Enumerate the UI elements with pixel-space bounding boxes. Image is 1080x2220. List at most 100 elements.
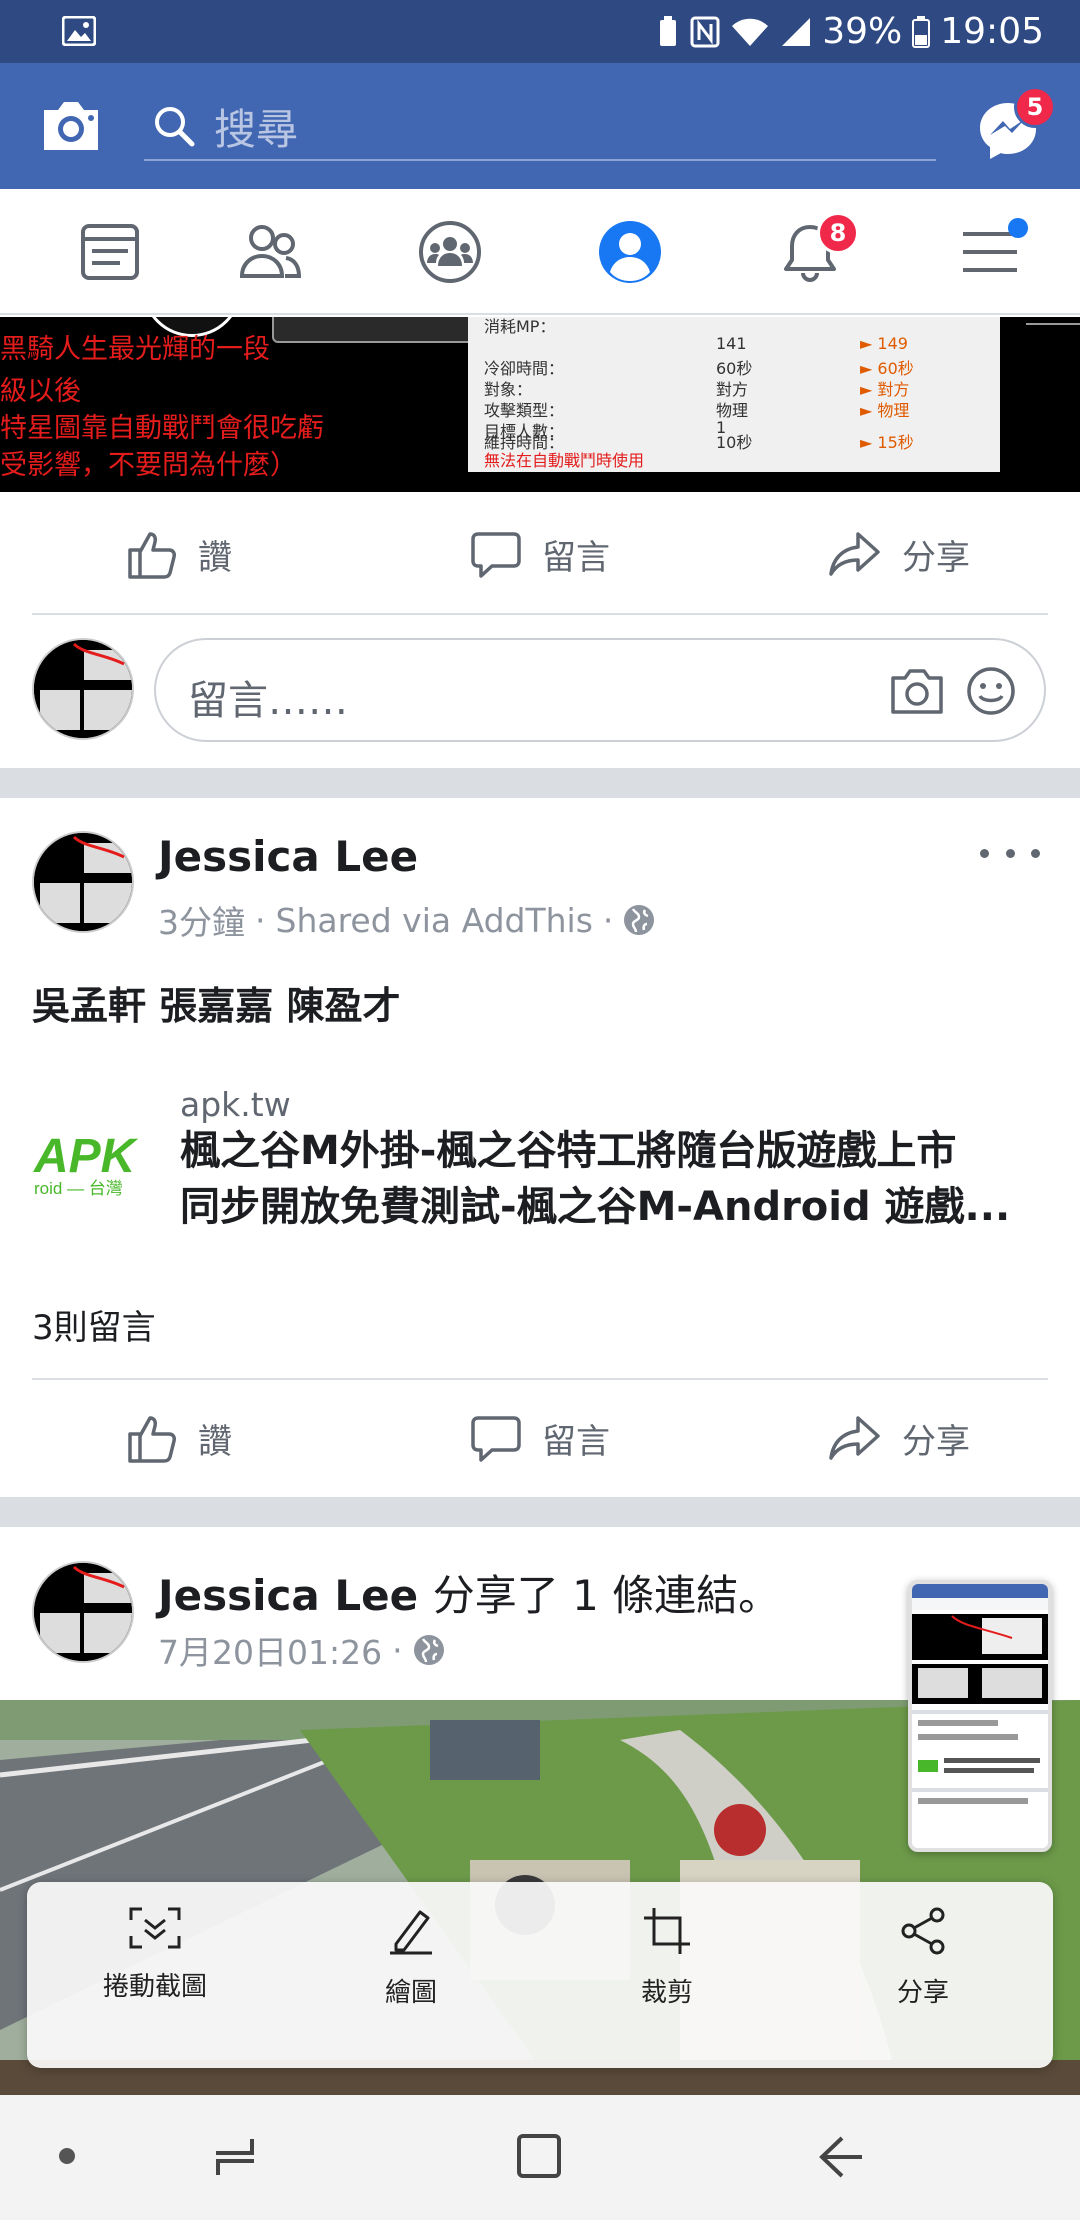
signal-icon bbox=[782, 17, 811, 46]
comment-icon bbox=[471, 532, 521, 578]
comment-placeholder: 留言…… bbox=[188, 678, 348, 724]
hamburger-menu-icon bbox=[963, 232, 1017, 272]
avatar[interactable] bbox=[32, 831, 134, 933]
screenshot-toolbar: 捲動截圖 繪圖 裁剪 分享 bbox=[27, 1882, 1053, 2068]
search-icon bbox=[155, 107, 195, 147]
divider bbox=[32, 613, 1048, 615]
post-actions: 讚 留言 分享 bbox=[0, 494, 1080, 614]
home-icon[interactable] bbox=[516, 2133, 562, 2179]
scroll-capture-label: 捲動截圖 bbox=[102, 1972, 207, 2002]
nfc-icon bbox=[690, 16, 720, 47]
image-text-line: 黑騎人生最光輝的一段 bbox=[0, 334, 270, 365]
screenshot-thumbnail bbox=[912, 1584, 1048, 1848]
draw-button[interactable]: 繪圖 bbox=[283, 1882, 539, 2068]
nav-dot-icon[interactable] bbox=[58, 2147, 76, 2165]
friends-icon bbox=[239, 225, 302, 278]
recent-apps-icon[interactable] bbox=[212, 2135, 258, 2179]
table-row: 對象： 對方 ► 對方 bbox=[484, 380, 910, 399]
thumbs-up-icon bbox=[128, 532, 176, 579]
post-meta: 3分鐘 · Shared via AddThis · bbox=[158, 896, 655, 944]
image-text-line: 級以後 bbox=[0, 376, 81, 407]
post-actions: 讚 留言 分享 bbox=[0, 1378, 1080, 1498]
facebook-header: 搜尋 bbox=[0, 63, 1080, 189]
table-row: 攻擊類型： 物理 ► 物理 bbox=[484, 401, 910, 420]
comment-label: 留言 bbox=[542, 1421, 610, 1462]
feed-separator bbox=[0, 1497, 1080, 1527]
battery-percent: 39% bbox=[822, 11, 903, 52]
comment-button[interactable]: 留言 bbox=[470, 1378, 610, 1498]
share-arrow-icon bbox=[829, 532, 880, 576]
image-text-line: 受影響，不要問為什麼） bbox=[0, 450, 297, 481]
like-button[interactable]: 讚 bbox=[126, 494, 232, 614]
avatar-thumbnail bbox=[34, 640, 132, 738]
link-title: 楓之谷M外掛-楓之谷特工將隨台版遊戲上市 同步開放免費測試-楓之谷M-Andro… bbox=[180, 1123, 1052, 1235]
status-bar: 39% 19:05 bbox=[0, 0, 1080, 63]
post-time[interactable]: 7月20日01:26 bbox=[158, 1626, 382, 1674]
scroll-capture-button[interactable]: 捲動截圖 bbox=[27, 1882, 283, 2068]
like-button[interactable]: 讚 bbox=[126, 1378, 232, 1498]
image-edge-mark bbox=[1026, 317, 1080, 325]
meta-dot: · bbox=[255, 900, 266, 940]
share-screenshot-label: 分享 bbox=[896, 1978, 949, 2008]
meta-dot: · bbox=[602, 900, 614, 940]
post-text: 吳孟軒 張嘉嘉 陳盈才 bbox=[32, 984, 401, 1028]
avatar-thumbnail bbox=[34, 833, 132, 931]
post-author-line: Jessica Lee 分享了 1 條連結。 bbox=[158, 1562, 780, 1623]
share-button[interactable]: 分享 bbox=[828, 494, 970, 614]
link-preview[interactable]: APK roid — 台灣 apk.tw 楓之谷M外掛-楓之谷特工將隨台版遊戲上… bbox=[0, 1075, 1080, 1235]
search-input[interactable]: 搜尋 bbox=[144, 93, 936, 161]
share-label: 分享 bbox=[902, 537, 970, 578]
like-label: 讚 bbox=[198, 1421, 232, 1462]
comment-input[interactable]: 留言…… bbox=[154, 638, 1046, 742]
tab-profile[interactable] bbox=[540, 189, 720, 315]
image-skill-table: 消耗MP： 141 ► 149 冷卻時間： 60秒 ► 60秒 對象： 對方 ► 對方 攻… bbox=[468, 317, 1000, 472]
camera-icon[interactable] bbox=[890, 666, 944, 716]
profile-icon bbox=[599, 221, 661, 283]
like-label: 讚 bbox=[198, 537, 232, 578]
emoji-icon[interactable] bbox=[966, 666, 1016, 716]
battery-icon bbox=[912, 15, 931, 48]
post-options-button[interactable] bbox=[980, 838, 1040, 868]
notifications-badge: 8 bbox=[817, 212, 859, 254]
pencil-icon bbox=[390, 1910, 432, 1955]
scroll-capture-icon bbox=[129, 1907, 181, 1949]
table-warning: 無法在自動戰鬥時使用 bbox=[484, 451, 645, 470]
post-time[interactable]: 3分鐘 bbox=[158, 896, 245, 944]
share-screenshot-button[interactable]: 分享 bbox=[795, 1882, 1051, 2068]
image-text-line: 特星圖靠自動戰鬥會很吃虧 bbox=[0, 413, 324, 444]
tab-groups[interactable] bbox=[360, 189, 540, 315]
link-domain: apk.tw bbox=[180, 1085, 291, 1124]
camera-button[interactable] bbox=[40, 96, 102, 154]
tab-notifications[interactable] bbox=[720, 189, 900, 315]
post-author[interactable]: Jessica Lee bbox=[158, 1571, 418, 1620]
thumbnail-logo-subtext: roid — 台灣 bbox=[34, 1179, 123, 1198]
thumbnail-logo-text: APK bbox=[33, 1130, 139, 1183]
screenshot-preview[interactable] bbox=[908, 1580, 1052, 1852]
clock: 19:05 bbox=[940, 11, 1044, 52]
globe-icon bbox=[624, 905, 655, 935]
nav-tabs bbox=[0, 189, 1080, 315]
comment-count[interactable]: 3則留言 bbox=[32, 1300, 156, 1349]
share-button[interactable]: 分享 bbox=[828, 1378, 970, 1498]
system-nav-bar bbox=[0, 2095, 1080, 2220]
tab-friends[interactable] bbox=[180, 189, 360, 315]
partial-post-image[interactable]: 黑騎人生最光輝的一段 級以後 特星圖靠自動戰鬥會很吃虧 受影響，不要問為什麼） … bbox=[0, 317, 1080, 492]
avatar[interactable] bbox=[32, 1561, 134, 1663]
crop-label: 裁剪 bbox=[640, 1978, 693, 2008]
post-action-text: 分享了 1 條連結。 bbox=[432, 1571, 781, 1620]
crop-button[interactable]: 裁剪 bbox=[539, 1882, 795, 2068]
table-row: 141 ► 149 bbox=[716, 334, 908, 353]
globe-icon bbox=[413, 1635, 444, 1665]
comment-button[interactable]: 留言 bbox=[470, 494, 610, 614]
avatar[interactable] bbox=[32, 638, 134, 740]
share-arrow-icon bbox=[829, 1416, 880, 1460]
comment-icon bbox=[471, 1416, 521, 1462]
tab-news-feed[interactable] bbox=[20, 189, 200, 315]
link-title-line: 同步開放免費測試-楓之谷M-Android 遊戲... bbox=[180, 1184, 1011, 1230]
draw-label: 繪圖 bbox=[384, 1978, 437, 2008]
back-icon[interactable] bbox=[818, 2135, 864, 2179]
gallery-icon bbox=[62, 16, 96, 46]
menu-indicator-dot bbox=[1008, 218, 1028, 238]
post-author[interactable]: Jessica Lee bbox=[158, 832, 418, 881]
tab-menu[interactable] bbox=[900, 189, 1080, 315]
